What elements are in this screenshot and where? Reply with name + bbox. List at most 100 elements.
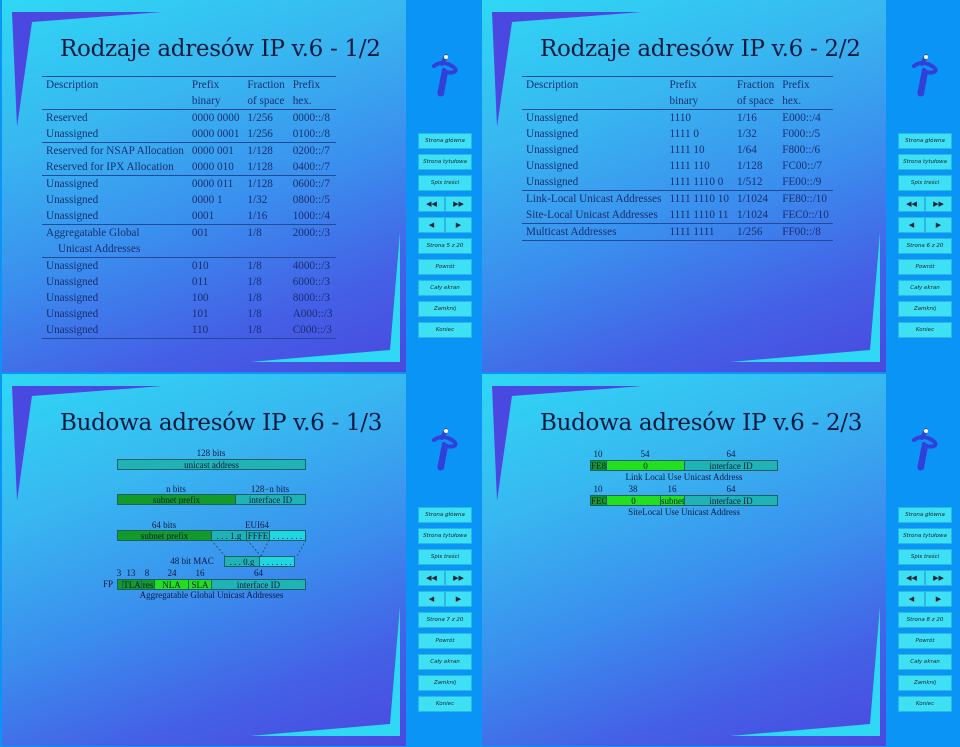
next-page-button[interactable]: ▶ xyxy=(925,591,952,607)
table-cell: Unassigned xyxy=(526,128,579,140)
navigation-sidebar: Strona główna Strona tytułowa Spis treśc… xyxy=(886,374,960,747)
prev-page-button[interactable]: ◀ xyxy=(898,591,925,607)
title-page-button[interactable]: Strona tytułowa xyxy=(418,528,472,544)
last-page-button[interactable]: ▶▶ xyxy=(925,196,952,212)
column-header: binary xyxy=(187,93,244,110)
home-button[interactable]: Strona główna xyxy=(898,507,952,523)
table-cell: Reserved for NSAP Allocation xyxy=(42,142,188,159)
table-row: Unassigned 011 1/8 6000::/3 xyxy=(42,274,336,290)
table-cell: FF00::/8 xyxy=(778,223,833,241)
table-cell: 101 xyxy=(191,308,209,320)
table-row: Unassigned 1111 110 1/128 FC00::/7 xyxy=(522,158,833,174)
table-cell: 0000 011 xyxy=(187,175,244,192)
prev-page-button[interactable]: ◀ xyxy=(898,217,925,233)
home-button[interactable]: Strona główna xyxy=(898,133,952,149)
page-indicator[interactable]: Strona 5 z 20 xyxy=(418,238,472,254)
end-button[interactable]: Koniec xyxy=(898,322,952,338)
table-cell: 1110 xyxy=(669,112,692,124)
title-page-button[interactable]: Strona tytułowa xyxy=(898,528,952,544)
table-cell: 1/8 xyxy=(243,224,289,241)
next-page-button[interactable]: ▶ xyxy=(445,591,472,607)
fullscreen-button[interactable]: Cały ekran xyxy=(418,654,472,670)
sla-bar: SLA xyxy=(188,579,212,590)
table-row: Link-Local Unicast Addresses 1111 1110 10… xyxy=(522,190,833,207)
end-button[interactable]: Koniec xyxy=(418,696,472,712)
fullscreen-button[interactable]: Cały ekran xyxy=(898,654,952,670)
unicast-structure-diagram: 128 bits unicast address n bits 128−n bi… xyxy=(2,374,406,746)
nla-bar: NLA xyxy=(154,579,189,590)
table-cell: Unassigned xyxy=(42,257,188,274)
back-button[interactable]: Powrót xyxy=(418,259,472,275)
toc-button[interactable]: Spis treści xyxy=(898,549,952,565)
logo-icon xyxy=(912,428,938,471)
end-button[interactable]: Koniec xyxy=(898,696,952,712)
fullscreen-button[interactable]: Cały ekran xyxy=(898,280,952,296)
close-button[interactable]: Zamknij xyxy=(898,675,952,691)
title-page-button[interactable]: Strona tytułowa xyxy=(898,154,952,170)
column-header: Description xyxy=(42,76,188,93)
table-row: Unassigned 0000 0001 1/256 0100::/8 xyxy=(42,126,336,143)
close-button[interactable]: Zamknij xyxy=(898,301,952,317)
table-cell: Reserved xyxy=(46,112,88,124)
table-cell: FEC0::/10 xyxy=(782,209,829,221)
next-page-button[interactable]: ▶ xyxy=(925,217,952,233)
first-page-button[interactable]: ◀◀ xyxy=(418,196,445,212)
next-page-button[interactable]: ▶ xyxy=(445,217,472,233)
toc-button[interactable]: Spis treści xyxy=(418,175,472,191)
back-button[interactable]: Powrót xyxy=(898,259,952,275)
close-button[interactable]: Zamknij xyxy=(418,301,472,317)
table-cell: 1111 1111 xyxy=(665,223,733,241)
table-cell: 1/16 xyxy=(247,210,268,222)
label-eui64: EUI64 xyxy=(245,520,269,530)
last-page-button[interactable]: ▶▶ xyxy=(925,570,952,586)
table-cell: FC00::/7 xyxy=(782,160,823,172)
subnet-prefix-bar: subnet prefix xyxy=(117,494,236,505)
table-row: Multicast Addresses 1111 1111 1/256 FF00::/… xyxy=(522,223,833,241)
table-row: Unassigned 1111 0 1/32 F000::/5 xyxy=(522,126,833,142)
first-page-button[interactable]: ◀◀ xyxy=(418,570,445,586)
first-page-button[interactable]: ◀◀ xyxy=(898,196,925,212)
table-header-row: binary of space hex. xyxy=(42,93,337,110)
fullscreen-button[interactable]: Cały ekran xyxy=(418,280,472,296)
address-table: Description Prefix Fraction Prefix binary of … xyxy=(522,76,833,241)
slide-content: Rodzaje adresów IP v.6 - 1/2 Description… xyxy=(2,0,406,372)
table-row: Unassigned 1111 10 1/64 F800::/6 xyxy=(522,142,833,158)
table-cell: 0100::/8 xyxy=(292,128,330,140)
column-header: Prefix xyxy=(288,76,337,93)
table-cell: 0000 001 xyxy=(187,142,244,159)
table-cell: 2000::/3 xyxy=(288,224,337,241)
first-page-button[interactable]: ◀◀ xyxy=(898,570,925,586)
back-button[interactable]: Powrót xyxy=(418,633,472,649)
page-indicator[interactable]: Strona 6 z 20 xyxy=(898,238,952,254)
table-cell: 1111 1110 11 xyxy=(669,209,729,221)
table-cell: Aggregatable Global xyxy=(42,224,188,241)
table-cell xyxy=(243,241,288,258)
back-button[interactable]: Powrót xyxy=(898,633,952,649)
interface-id-bar: interface ID xyxy=(684,495,778,506)
last-page-button[interactable]: ▶▶ xyxy=(445,196,472,212)
table-cell: 0400::/7 xyxy=(292,161,330,173)
prev-page-button[interactable]: ◀ xyxy=(418,591,445,607)
page-indicator[interactable]: Strona 7 z 20 xyxy=(418,612,472,628)
last-page-button[interactable]: ▶▶ xyxy=(445,570,472,586)
label-n-bits: n bits xyxy=(166,484,186,494)
slide-content: Budowa adresów IP v.6 - 1/3 128 bits uni… xyxy=(2,374,406,746)
table-cell: 0000 010 xyxy=(191,161,234,173)
home-button[interactable]: Strona główna xyxy=(418,133,472,149)
toc-button[interactable]: Spis treści xyxy=(418,549,472,565)
table-cell: 1/8 xyxy=(243,322,289,339)
end-button[interactable]: Koniec xyxy=(418,322,472,338)
slide-content: Budowa adresów IP v.6 - 2/3 10 54 64 FE8… xyxy=(482,374,886,746)
toc-button[interactable]: Spis treści xyxy=(898,175,952,191)
close-button[interactable]: Zamknij xyxy=(418,675,472,691)
table-row: Unassigned 0001 1/16 1000::/4 xyxy=(42,208,336,225)
table-cell: FE80::/10 xyxy=(778,190,833,207)
title-page-button[interactable]: Strona tytułowa xyxy=(418,154,472,170)
mac-0g-bar: . . . 0.g xyxy=(224,556,260,567)
prev-page-button[interactable]: ◀ xyxy=(418,217,445,233)
home-button[interactable]: Strona główna xyxy=(418,507,472,523)
corner-decoration xyxy=(730,232,880,362)
page-indicator[interactable]: Strona 8 z 20 xyxy=(898,612,952,628)
table-cell: 1111 0 xyxy=(669,128,699,140)
table-row: Reserved for IPX Allocation 0000 010 1/128… xyxy=(42,159,336,176)
